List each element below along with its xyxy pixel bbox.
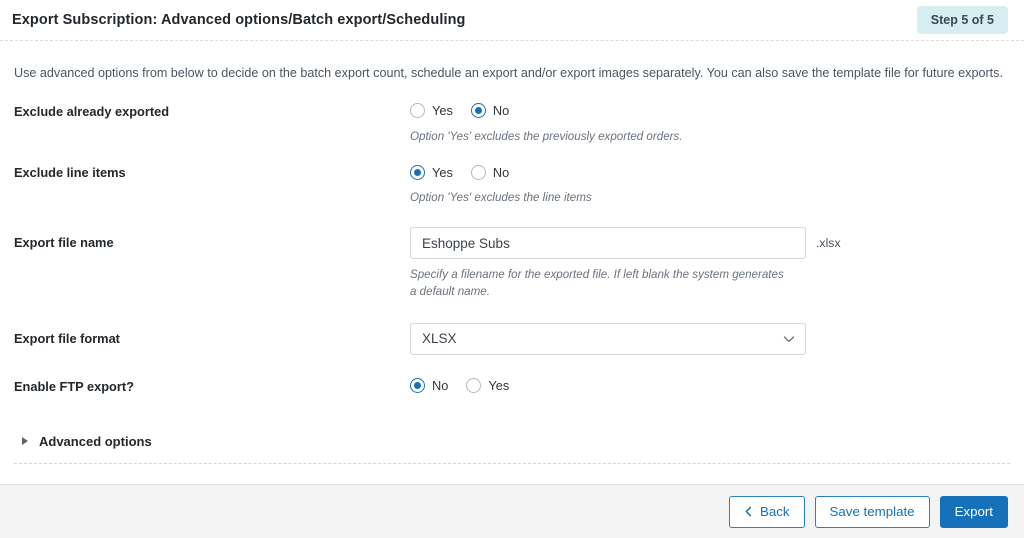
export-file-name-input[interactable] xyxy=(410,227,806,260)
radio-option-yes[interactable]: Yes xyxy=(410,164,453,180)
field-label: Export file format xyxy=(14,330,120,346)
radio-indicator-no[interactable] xyxy=(470,164,486,180)
radio-label-yes: Yes xyxy=(488,378,510,394)
radio-indicator-no[interactable] xyxy=(470,103,486,119)
save-template-button-label: Save template xyxy=(829,503,915,519)
wizard-footer: Back Save template Export xyxy=(0,484,1024,538)
triangle-right-icon xyxy=(22,437,28,446)
field-help-text: Specify a filename for the exported file… xyxy=(410,268,784,299)
radio-label-no: No xyxy=(432,378,449,394)
intro-text: Use advanced options from below to decid… xyxy=(14,66,1003,80)
wizard-header: Export Subscription: Advanced options/Ba… xyxy=(0,0,1024,41)
field-help-text: Option 'Yes' excludes the previously exp… xyxy=(410,129,683,143)
radio-label-yes: Yes xyxy=(432,103,453,119)
save-template-button[interactable]: Save template xyxy=(814,495,930,528)
field-row-exclude-line-items: Exclude line items Yes No Option 'Yes' e… xyxy=(14,162,1010,207)
radio-label-no: No xyxy=(492,103,510,119)
field-control: .xlsx Specify a filename for the exporte… xyxy=(410,227,1010,301)
back-button[interactable]: Back xyxy=(728,495,805,528)
radio-option-no[interactable]: No xyxy=(470,103,510,119)
radio-group-exclude-line-items: Yes No xyxy=(410,162,1010,182)
field-label: Exclude line items xyxy=(14,165,126,181)
back-button-label: Back xyxy=(759,503,790,519)
field-row-exclude-already-exported: Exclude already exported Yes No Option '… xyxy=(14,101,1010,146)
radio-group-enable-ftp-export: No Yes xyxy=(410,376,1010,396)
field-label: Exclude already exported xyxy=(14,103,170,119)
field-control: No Yes xyxy=(410,376,1010,396)
page-title: Export Subscription: Advanced options/Ba… xyxy=(12,12,466,28)
export-options-form: Exclude already exported Yes No Option '… xyxy=(14,101,1010,464)
export-subscription-wizard: Export Subscription: Advanced options/Ba… xyxy=(0,0,1024,538)
field-label: Export file name xyxy=(14,235,114,251)
field-control: Yes No Option 'Yes' excludes the previou… xyxy=(410,101,1010,146)
radio-indicator-yes[interactable] xyxy=(410,164,425,180)
field-control: XLSX xyxy=(410,322,1010,355)
file-extension-suffix: .xlsx xyxy=(816,236,841,251)
radio-label-no: No xyxy=(492,164,510,180)
radio-indicator-no[interactable] xyxy=(410,378,425,394)
radio-indicator-yes[interactable] xyxy=(466,378,482,394)
export-file-format-select[interactable]: XLSX xyxy=(410,322,806,355)
radio-option-yes[interactable]: Yes xyxy=(466,378,510,394)
step-badge: Step 5 of 5 xyxy=(916,5,1008,35)
radio-label-yes: Yes xyxy=(432,164,453,180)
radio-option-no[interactable]: No xyxy=(470,164,510,180)
export-button[interactable]: Export xyxy=(939,495,1008,528)
chevron-left-icon xyxy=(744,506,753,517)
field-row-export-file-format: Export file format XLSX xyxy=(14,322,1010,355)
field-label: Enable FTP export? xyxy=(14,378,134,394)
filename-input-line: .xlsx xyxy=(410,227,1010,260)
advanced-options-accordion[interactable]: Advanced options xyxy=(14,430,1010,464)
radio-option-yes[interactable]: Yes xyxy=(410,103,453,119)
radio-group-exclude-already-exported: Yes No xyxy=(410,101,1010,121)
field-help-text: Option 'Yes' excludes the line items xyxy=(410,191,592,205)
wizard-body: Use advanced options from below to decid… xyxy=(0,41,1024,484)
select-value[interactable]: XLSX xyxy=(410,322,806,355)
radio-option-no[interactable]: No xyxy=(410,378,449,394)
advanced-options-label: Advanced options xyxy=(39,433,152,449)
field-control: Yes No Option 'Yes' excludes the line it… xyxy=(410,162,1010,207)
radio-indicator-yes[interactable] xyxy=(410,103,425,119)
field-row-export-file-name: Export file name .xlsx Specify a filenam… xyxy=(14,227,1010,301)
field-row-enable-ftp-export: Enable FTP export? No Yes xyxy=(14,376,1010,396)
export-button-label: Export xyxy=(954,503,993,519)
